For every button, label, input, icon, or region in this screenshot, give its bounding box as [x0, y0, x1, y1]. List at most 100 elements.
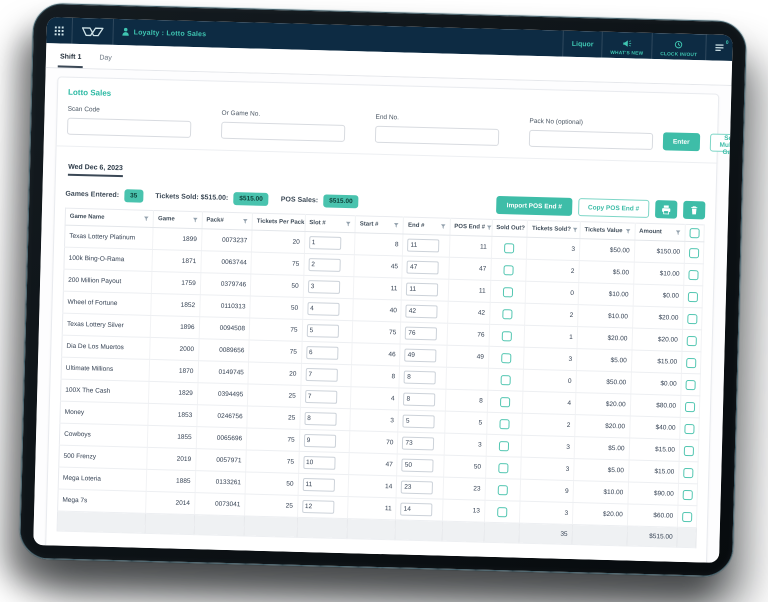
cell-pack: 0057971 [195, 449, 246, 472]
end-no-input[interactable] [375, 126, 499, 146]
row-select-checkbox[interactable] [688, 291, 698, 301]
filter-icon[interactable] [394, 222, 399, 228]
sold-out-checkbox[interactable] [503, 287, 513, 297]
row-select-checkbox[interactable] [688, 269, 698, 279]
menu-button[interactable]: 0 [705, 34, 733, 61]
or-game-no-input[interactable] [221, 122, 345, 142]
clock-in-out-button[interactable]: CLOCK IN/OUT [651, 33, 706, 60]
end-input[interactable] [403, 393, 435, 407]
cell-start: 46 [352, 343, 401, 366]
row-select-checkbox[interactable] [689, 248, 699, 258]
cell-select [679, 461, 699, 483]
sold-out-checkbox[interactable] [501, 353, 511, 363]
liquor-button[interactable]: Liquor [562, 31, 601, 58]
cell-tickets-value: $5.00 [576, 349, 631, 372]
cell-tickets-value: $50.00 [579, 239, 634, 262]
end-input[interactable] [406, 305, 438, 319]
sold-out-checkbox[interactable] [501, 375, 511, 385]
filter-icon[interactable] [440, 223, 445, 229]
end-input[interactable] [405, 349, 437, 363]
sold-out-checkbox[interactable] [503, 265, 513, 275]
apps-grid-icon[interactable] [46, 17, 73, 44]
slot-input[interactable] [308, 280, 340, 294]
cell-sold-out [485, 456, 521, 479]
import-pos-end-button[interactable]: Import POS End # [496, 196, 572, 216]
end-input[interactable] [402, 459, 434, 473]
row-select-checkbox[interactable] [686, 357, 696, 367]
sold-out-checkbox[interactable] [502, 309, 512, 319]
end-input[interactable] [407, 261, 439, 275]
cell-pos-end: 23 [443, 477, 486, 500]
filter-icon[interactable] [625, 228, 630, 234]
filter-icon[interactable] [192, 217, 197, 223]
slot-input[interactable] [309, 236, 341, 250]
row-select-checkbox[interactable] [684, 445, 694, 455]
slot-input[interactable] [302, 478, 334, 492]
col-header-tickets-sold: Tickets Sold? [527, 220, 580, 238]
sold-out-checkbox[interactable] [504, 243, 514, 253]
end-input[interactable] [400, 503, 432, 517]
col-header-end: End # [403, 217, 450, 235]
filter-icon[interactable] [243, 218, 248, 224]
date-tab[interactable]: Wed Dec 6, 2023 [68, 164, 123, 177]
end-input[interactable] [405, 327, 437, 341]
filter-icon[interactable] [487, 225, 492, 231]
whats-new-button[interactable]: WHAT'S NEW [601, 32, 652, 59]
end-input[interactable] [401, 481, 433, 495]
tab-day[interactable]: Day [97, 48, 114, 68]
end-input[interactable] [406, 283, 438, 297]
total-empty-cell [194, 515, 245, 536]
row-select-checkbox[interactable] [687, 313, 697, 323]
row-select-checkbox[interactable] [683, 467, 693, 477]
filter-icon[interactable] [573, 227, 578, 233]
scan-code-label: Scan Code [68, 106, 192, 116]
cell-slot [300, 385, 351, 408]
slot-input[interactable] [306, 346, 338, 360]
select-all-checkbox[interactable] [689, 228, 699, 238]
cell-pack: 0073237 [201, 229, 252, 252]
cell-pos-end: 3 [444, 433, 487, 456]
scan-multiple-game-button[interactable]: Scan Multiple Game [709, 134, 731, 153]
slot-input[interactable] [305, 368, 337, 382]
slot-input[interactable] [305, 390, 337, 404]
sold-out-checkbox[interactable] [499, 441, 509, 451]
sold-out-checkbox[interactable] [497, 507, 507, 517]
end-input[interactable] [407, 239, 439, 253]
slot-input[interactable] [303, 434, 335, 448]
cell-slot [303, 253, 354, 276]
slot-input[interactable] [307, 302, 339, 316]
slot-input[interactable] [308, 258, 340, 272]
row-select-checkbox[interactable] [686, 379, 696, 389]
sold-out-checkbox[interactable] [499, 419, 509, 429]
slot-input[interactable] [303, 456, 335, 470]
end-input[interactable] [403, 415, 435, 429]
cell-game: 1853 [148, 403, 197, 426]
clock-in-out-label: CLOCK IN/OUT [660, 52, 697, 58]
scan-code-input[interactable] [67, 118, 191, 138]
tab-shift-1[interactable]: Shift 1 [58, 47, 84, 68]
print-button[interactable] [655, 200, 677, 219]
copy-pos-end-button[interactable]: Copy POS End # [578, 198, 650, 218]
slot-input[interactable] [302, 500, 334, 514]
delete-button[interactable] [683, 201, 705, 220]
filter-icon[interactable] [346, 221, 351, 227]
filter-icon[interactable] [144, 216, 149, 222]
pack-no-optional-input[interactable] [529, 130, 653, 150]
cell-tickets-value: $20.00 [577, 327, 632, 350]
row-select-checkbox[interactable] [684, 423, 694, 433]
end-input[interactable] [402, 437, 434, 451]
slot-input[interactable] [304, 412, 336, 426]
sold-out-checkbox[interactable] [498, 463, 508, 473]
filter-icon[interactable] [676, 230, 681, 236]
enter-button[interactable]: Enter [663, 132, 700, 151]
row-select-checkbox[interactable] [687, 335, 697, 345]
row-select-checkbox[interactable] [685, 401, 695, 411]
end-input[interactable] [404, 371, 436, 385]
row-select-checkbox[interactable] [682, 511, 692, 521]
cell-sold-out [486, 412, 522, 435]
sold-out-checkbox[interactable] [498, 485, 508, 495]
slot-input[interactable] [306, 324, 338, 338]
sold-out-checkbox[interactable] [502, 331, 512, 341]
sold-out-checkbox[interactable] [500, 397, 510, 407]
row-select-checkbox[interactable] [683, 489, 693, 499]
